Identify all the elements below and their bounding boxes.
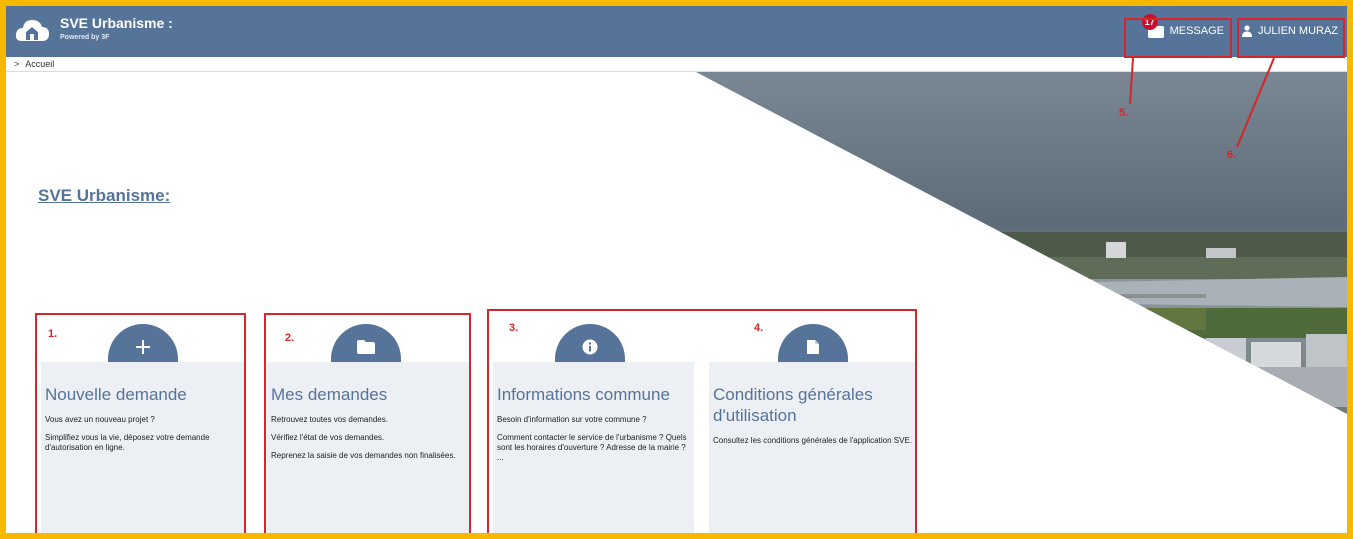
page-title: SVE Urbanisme: bbox=[38, 186, 171, 205]
cloud-home-logo-icon bbox=[15, 20, 49, 41]
annotation-number-4: 4. bbox=[754, 322, 764, 334]
annotation-box-6 bbox=[1237, 18, 1345, 58]
app-title: SVE Urbanisme : bbox=[60, 15, 173, 31]
breadcrumb-item-accueil[interactable]: Accueil bbox=[25, 59, 54, 69]
annotation-number-1: 1. bbox=[48, 328, 58, 340]
powered-by-label: Powered by 3F bbox=[60, 34, 110, 41]
annotation-number-2: 2. bbox=[285, 332, 295, 344]
annotation-number-6: 6. bbox=[1227, 149, 1237, 161]
annotation-number-5: 5. bbox=[1119, 107, 1129, 119]
annotation-box-1 bbox=[35, 313, 246, 533]
annotation-number-3: 3. bbox=[509, 322, 519, 334]
breadcrumb: > Accueil bbox=[14, 57, 54, 71]
annotation-box-5 bbox=[1124, 18, 1232, 58]
breadcrumb-separator: > bbox=[14, 59, 20, 69]
annotation-box-2 bbox=[264, 313, 471, 533]
annotation-box-3-4 bbox=[487, 309, 917, 533]
screenshot-frame: SVE Urbanisme : Powered by 3F 17 MESSAGE… bbox=[0, 0, 1353, 539]
